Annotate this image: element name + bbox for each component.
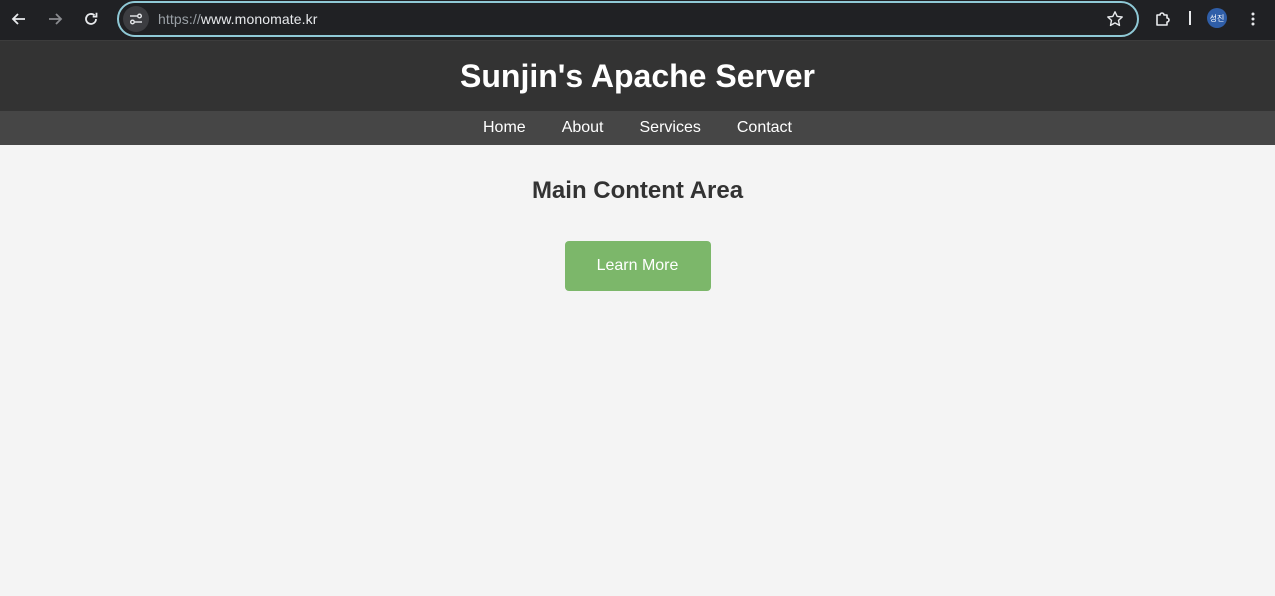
nav-link-contact[interactable]: Contact [737, 119, 792, 137]
browser-menu-button[interactable] [1240, 6, 1266, 32]
nav-link-about[interactable]: About [562, 119, 604, 137]
url-scheme: https:// [158, 11, 201, 27]
site-title: Sunjin's Apache Server [460, 57, 815, 94]
forward-arrow-icon [49, 13, 63, 25]
address-bar[interactable]: https://www.monomate.kr [117, 1, 1139, 37]
bookmark-star-icon [1107, 11, 1123, 27]
site-header: Sunjin's Apache Server [0, 41, 1275, 111]
learn-more-button[interactable]: Learn More [564, 241, 711, 291]
back-arrow-icon [11, 13, 25, 25]
reload-button[interactable] [78, 6, 104, 32]
forward-button[interactable] [42, 6, 68, 32]
extensions-button[interactable] [1150, 6, 1176, 32]
site-info-icon [130, 13, 142, 25]
nav-link-services[interactable]: Services [640, 119, 701, 137]
nav-link-home[interactable]: Home [483, 119, 526, 137]
main-content: Main Content Area Learn More [0, 177, 1275, 291]
back-button[interactable] [6, 6, 32, 32]
extensions-puzzle-icon [1156, 12, 1170, 26]
site-nav: Home About Services Contact [0, 111, 1275, 145]
toolbar-divider [1189, 11, 1191, 25]
main-content-title: Main Content Area [531, 177, 744, 204]
bookmark-button[interactable] [1105, 9, 1125, 29]
kebab-menu-icon [1251, 12, 1255, 26]
browser-toolbar: https://www.monomate.kr 성진 [0, 0, 1275, 41]
url-host: www.monomate.kr [200, 11, 318, 27]
site-info-button[interactable] [123, 6, 149, 32]
url-text[interactable]: https://www.monomate.kr [158, 11, 317, 27]
reload-icon [85, 12, 98, 25]
profile-avatar[interactable]: 성진 [1207, 8, 1227, 28]
